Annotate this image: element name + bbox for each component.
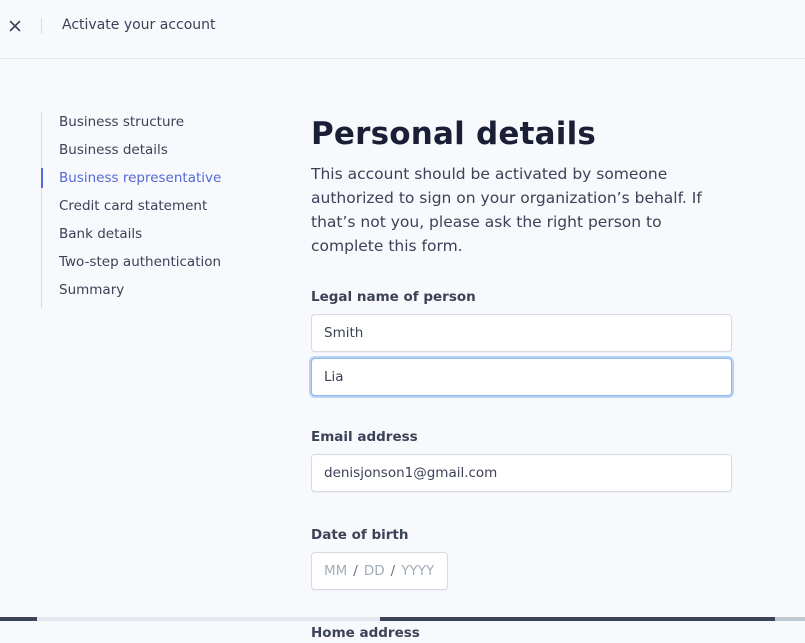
dob-day-placeholder[interactable]: DD [364, 563, 385, 579]
step-bank-details[interactable]: Bank details [42, 224, 262, 252]
top-bar: Activate your account [0, 0, 805, 59]
step-business-details[interactable]: Business details [42, 140, 262, 168]
email-input[interactable] [311, 454, 732, 492]
personal-details-form: Personal details This account should be … [311, 112, 732, 643]
dob-separator: / [390, 563, 396, 579]
close-button[interactable] [5, 16, 25, 36]
legal-name-label: Legal name of person [311, 289, 476, 305]
header-divider [41, 18, 42, 34]
dob-input[interactable]: MM / DD / YYYY [311, 552, 448, 590]
steps-nav: Business structure Business details Busi… [41, 112, 262, 308]
dob-separator: / [353, 563, 358, 579]
page-header-title: Activate your account [62, 17, 216, 33]
intro-text: This account should be activated by some… [311, 165, 702, 255]
page-title: Personal details [311, 116, 597, 152]
scrollbar-end [775, 617, 805, 621]
legal-name-first-input[interactable] [311, 314, 732, 352]
home-address-label: Home address [311, 625, 420, 641]
step-business-structure[interactable]: Business structure [42, 112, 262, 140]
dob-label: Date of birth [311, 527, 409, 543]
dob-month-placeholder[interactable]: MM [324, 563, 347, 579]
legal-name-second-input[interactable] [311, 358, 732, 396]
step-two-step-authentication[interactable]: Two-step authentication [42, 252, 262, 280]
dob-year-placeholder[interactable]: YYYY [401, 563, 434, 579]
step-credit-card-statement[interactable]: Credit card statement [42, 196, 262, 224]
step-business-representative[interactable]: Business representative [41, 168, 262, 196]
step-summary[interactable]: Summary [42, 280, 262, 308]
email-label: Email address [311, 429, 418, 445]
close-icon[interactable] [5, 16, 25, 36]
bottom-scrollbar[interactable] [0, 617, 805, 621]
scrollbar-thumb[interactable] [37, 617, 380, 621]
